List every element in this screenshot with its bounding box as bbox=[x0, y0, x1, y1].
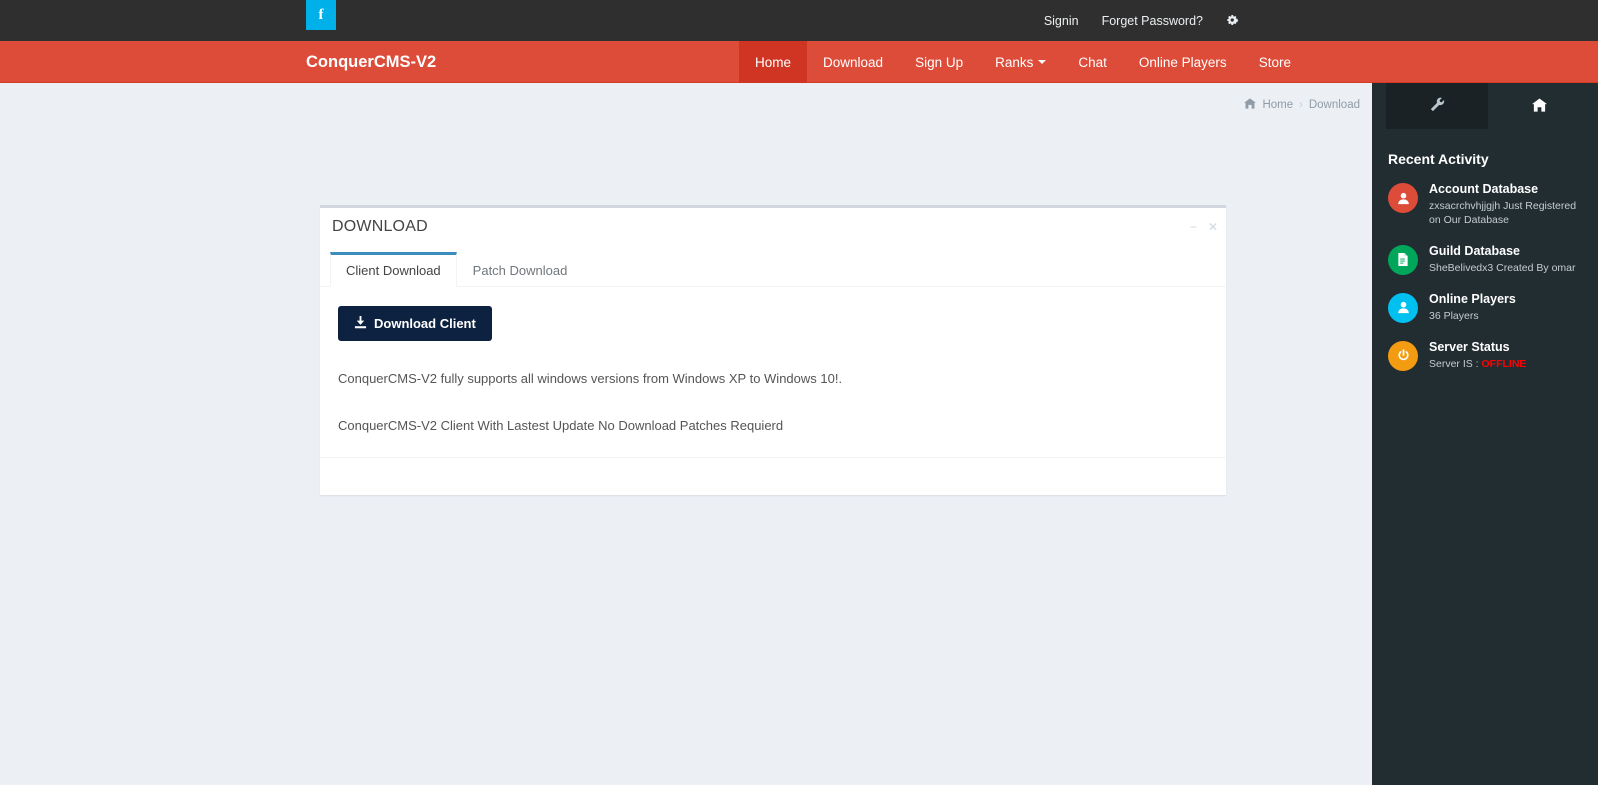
recent-activity-heading: Recent Activity bbox=[1388, 151, 1489, 167]
nav-menu: Home Download Sign Up Ranks Chat Online … bbox=[739, 41, 1307, 83]
nav-item-label: Download bbox=[823, 54, 884, 70]
breadcrumb: Home › Download bbox=[1244, 98, 1360, 112]
list-item[interactable]: Account Database zxsacrchvhjjgjh Just Re… bbox=[1388, 181, 1586, 227]
activity-list: Account Database zxsacrchvhjjgjh Just Re… bbox=[1372, 167, 1598, 371]
download-client-label: Download Client bbox=[374, 316, 476, 331]
nav-item-label: Sign Up bbox=[915, 54, 964, 70]
home-icon bbox=[1244, 98, 1257, 112]
tab-label: Client Download bbox=[346, 263, 441, 278]
page-title: DOWNLOAD bbox=[332, 217, 428, 235]
nav-item-home[interactable]: Home bbox=[739, 41, 808, 83]
nav-item-sign-up[interactable]: Sign Up bbox=[899, 41, 979, 83]
home-icon bbox=[1531, 97, 1547, 115]
nav-item-download[interactable]: Download bbox=[807, 41, 899, 83]
breadcrumb-home-link[interactable]: Home bbox=[1262, 99, 1293, 111]
top-bar-links: Signin Forget Password? bbox=[1044, 0, 1240, 41]
activity-text: Guild Database SheBelivedx3 Created By o… bbox=[1429, 243, 1576, 275]
activity-title: Guild Database bbox=[1429, 243, 1520, 258]
power-icon bbox=[1388, 340, 1418, 371]
nav-item-ranks[interactable]: Ranks bbox=[979, 41, 1062, 83]
forget-password-link[interactable]: Forget Password? bbox=[1102, 14, 1203, 28]
activity-description: zxsacrchvhjjgjh Just Registered on Our D… bbox=[1429, 199, 1577, 226]
control-sidebar: Recent Activity Account Database zxsacrc… bbox=[1372, 83, 1598, 785]
brand-logo[interactable]: ConquerCMS-V2 bbox=[306, 41, 436, 83]
status-prefix: Server IS : bbox=[1429, 357, 1482, 370]
nav-item-label: Home bbox=[755, 54, 792, 70]
panel-tools: − ✕ bbox=[1190, 208, 1218, 245]
page-wrapper: Home › Download DOWNLOAD − ✕ Client Down… bbox=[0, 83, 1598, 785]
activity-description: Server IS : OFFLINE bbox=[1429, 357, 1526, 371]
nav-item-label: Online Players bbox=[1138, 54, 1227, 70]
collapse-button[interactable]: − bbox=[1190, 221, 1197, 233]
panel-tabs: Client Download Patch Download bbox=[320, 252, 1226, 287]
list-item[interactable]: Guild Database SheBelivedx3 Created By o… bbox=[1388, 243, 1586, 275]
list-item[interactable]: Online Players 36 Players bbox=[1388, 291, 1586, 323]
activity-description: 36 Players bbox=[1429, 309, 1479, 322]
activity-title: Account Database bbox=[1429, 182, 1539, 196]
sidebar-tab-settings[interactable] bbox=[1386, 83, 1488, 129]
download-client-button[interactable]: Download Client bbox=[338, 306, 492, 341]
nav-item-label: Chat bbox=[1078, 54, 1107, 70]
tab-label: Patch Download bbox=[472, 263, 568, 278]
tab-patch-download[interactable]: Patch Download bbox=[457, 252, 584, 287]
support-text: ConquerCMS-V2 fully supports all windows… bbox=[338, 371, 843, 386]
panel-footer bbox=[320, 457, 1226, 495]
list-item[interactable]: Server Status Server IS : OFFLINE bbox=[1388, 339, 1586, 371]
tab-content: Download Client ConquerCMS-V2 fully supp… bbox=[320, 287, 1226, 435]
client-info-text: ConquerCMS-V2 Client With Lastest Update… bbox=[338, 417, 784, 433]
nav-item-chat[interactable]: Chat bbox=[1062, 41, 1123, 83]
status-badge: OFFLINE bbox=[1481, 357, 1527, 370]
user-icon bbox=[1388, 183, 1418, 213]
top-bar: f Signin Forget Password? bbox=[0, 0, 1598, 41]
cogs-icon[interactable] bbox=[1226, 14, 1240, 28]
main-navbar: ConquerCMS-V2 Home Download Sign Up Rank… bbox=[0, 41, 1598, 83]
wrench-icon bbox=[1430, 97, 1445, 115]
file-text-icon bbox=[1388, 244, 1418, 275]
nav-item-label: Ranks bbox=[995, 54, 1034, 70]
signin-link[interactable]: Signin bbox=[1044, 14, 1079, 28]
main-content: Home › Download DOWNLOAD − ✕ Client Down… bbox=[0, 83, 1372, 785]
user-icon bbox=[1388, 292, 1418, 323]
download-panel: DOWNLOAD − ✕ Client Download Patch Downl… bbox=[320, 205, 1226, 495]
breadcrumb-current: Download bbox=[1308, 99, 1360, 111]
activity-title: Online Players bbox=[1429, 291, 1516, 306]
activity-description: SheBelivedx3 Created By omar bbox=[1429, 261, 1576, 274]
facebook-icon[interactable]: f bbox=[306, 0, 336, 30]
breadcrumb-separator: › bbox=[1299, 99, 1303, 111]
activity-text: Account Database zxsacrchvhjjgjh Just Re… bbox=[1429, 181, 1586, 227]
activity-text: Server Status Server IS : OFFLINE bbox=[1429, 339, 1526, 371]
chevron-down-icon bbox=[1038, 60, 1047, 64]
panel-header: DOWNLOAD − ✕ bbox=[320, 208, 1226, 245]
sidebar-tab-bar bbox=[1372, 83, 1598, 129]
close-button[interactable]: ✕ bbox=[1208, 221, 1218, 233]
download-icon bbox=[354, 316, 367, 331]
sidebar-tab-home[interactable] bbox=[1488, 83, 1590, 129]
tab-client-download[interactable]: Client Download bbox=[330, 252, 457, 287]
nav-item-store[interactable]: Store bbox=[1243, 41, 1307, 83]
nav-item-online-players[interactable]: Online Players bbox=[1123, 41, 1243, 83]
activity-title: Server Status bbox=[1429, 339, 1510, 354]
activity-text: Online Players 36 Players bbox=[1429, 291, 1516, 323]
nav-item-label: Store bbox=[1258, 54, 1291, 70]
